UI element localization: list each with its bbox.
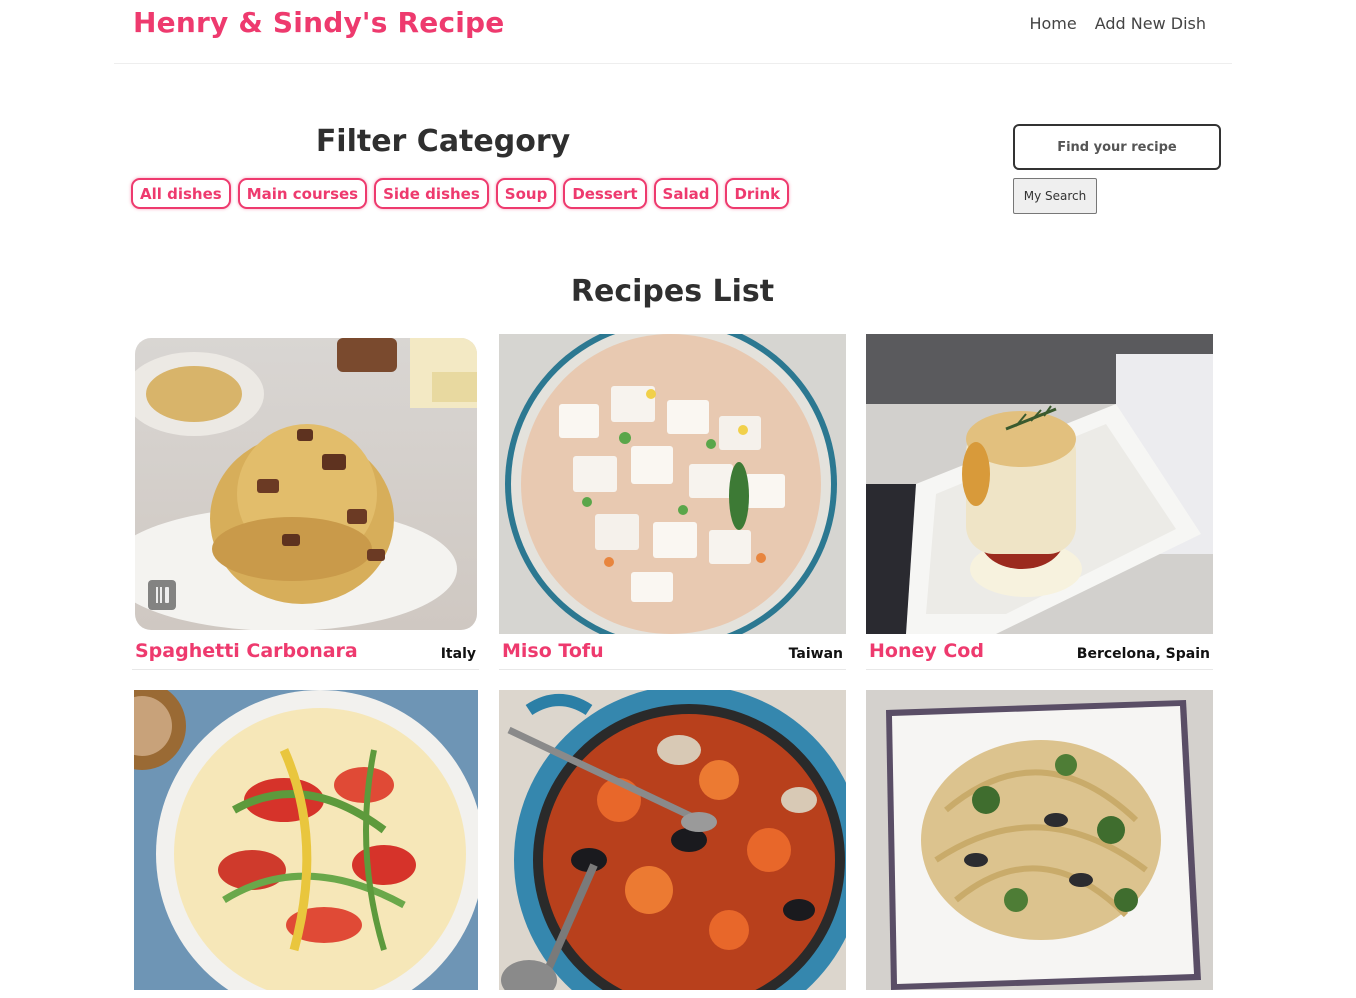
recipe-name[interactable]: Miso Tofu: [502, 640, 604, 662]
recipe-caption: [499, 990, 846, 998]
recipe-image: [134, 690, 478, 990]
recipe-origin: Italy: [440, 646, 476, 662]
nav-add-new-dish[interactable]: Add New Dish: [1095, 14, 1206, 33]
search-input[interactable]: [1013, 124, 1221, 170]
recipe-photo-5[interactable]: [499, 690, 846, 990]
recipe-image: [499, 334, 846, 634]
recipe-image: [866, 334, 1213, 634]
nav-home[interactable]: Home: [1029, 14, 1076, 33]
recipe-image: [866, 690, 1213, 990]
filter-category-chips: All dishes Main courses Side dishes Soup…: [131, 178, 790, 209]
utensils-glyph: [156, 587, 169, 603]
navbar: Henry & Sindy's Recipe Home Add New Dish: [114, 0, 1232, 64]
recipe-name[interactable]: Honey Cod: [869, 640, 984, 662]
recipe-origin: Taiwan: [788, 646, 843, 662]
recipe-origin: Bercelona, Spain: [1076, 646, 1210, 662]
recipe-image: [135, 338, 477, 630]
recipes-list-title: Recipes List: [570, 274, 775, 309]
recipe-photo-honey-cod[interactable]: [866, 334, 1213, 634]
filter-chip-dessert[interactable]: Dessert: [563, 178, 647, 209]
recipe-photo-miso-tofu[interactable]: [499, 334, 846, 634]
filter-title: Filter Category: [315, 124, 571, 159]
recipe-caption: Miso Tofu Taiwan: [499, 634, 846, 670]
filter-chip-drink[interactable]: Drink: [725, 178, 790, 209]
recipe-caption: Spaghetti Carbonara Italy: [132, 634, 479, 670]
recipe-caption: [866, 990, 1213, 998]
brand-logo[interactable]: Henry & Sindy's Recipe: [133, 6, 505, 39]
recipe-photo-spaghetti-carbonara[interactable]: [132, 334, 479, 630]
filter-chip-soup[interactable]: Soup: [495, 178, 557, 209]
recipe-photo-4[interactable]: [134, 690, 478, 990]
filter-chip-salad[interactable]: Salad: [653, 178, 719, 209]
recipe-caption: [134, 990, 478, 998]
filter-chip-side-dishes[interactable]: Side dishes: [374, 178, 489, 209]
utensils-icon[interactable]: [148, 580, 176, 610]
recipe-caption: Honey Cod Bercelona, Spain: [866, 634, 1213, 670]
recipe-image: [499, 690, 846, 990]
nav-links: Home Add New Dish: [1029, 14, 1206, 33]
search-button[interactable]: My Search: [1013, 178, 1097, 214]
recipe-name[interactable]: Spaghetti Carbonara: [135, 640, 358, 662]
recipe-photo-6[interactable]: [866, 690, 1213, 990]
filter-chip-all-dishes[interactable]: All dishes: [131, 178, 231, 209]
filter-chip-main-courses[interactable]: Main courses: [237, 178, 368, 209]
